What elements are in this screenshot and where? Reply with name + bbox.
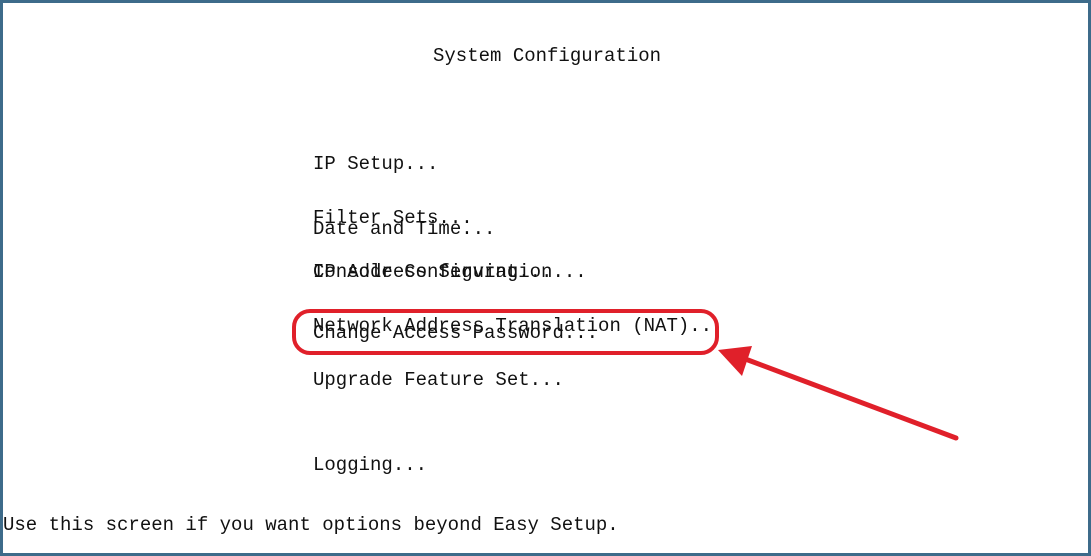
screen-title: System Configuration bbox=[433, 45, 662, 67]
menu-item-ip-setup[interactable]: IP Setup... bbox=[313, 155, 723, 174]
menu-item-date-and-time[interactable]: Date and Time... bbox=[313, 220, 495, 239]
menu-item-console-configuration[interactable]: Console Configuration... bbox=[313, 263, 587, 282]
highlight-annotation bbox=[292, 309, 719, 355]
terminal-window: System Configuration IP Setup... Filter … bbox=[0, 0, 1091, 556]
menu-item-upgrade-feature-set[interactable]: Upgrade Feature Set... bbox=[313, 371, 564, 390]
status-line: Use this screen if you want options beyo… bbox=[3, 514, 619, 536]
menu-item-logging[interactable]: Logging... bbox=[313, 456, 427, 475]
